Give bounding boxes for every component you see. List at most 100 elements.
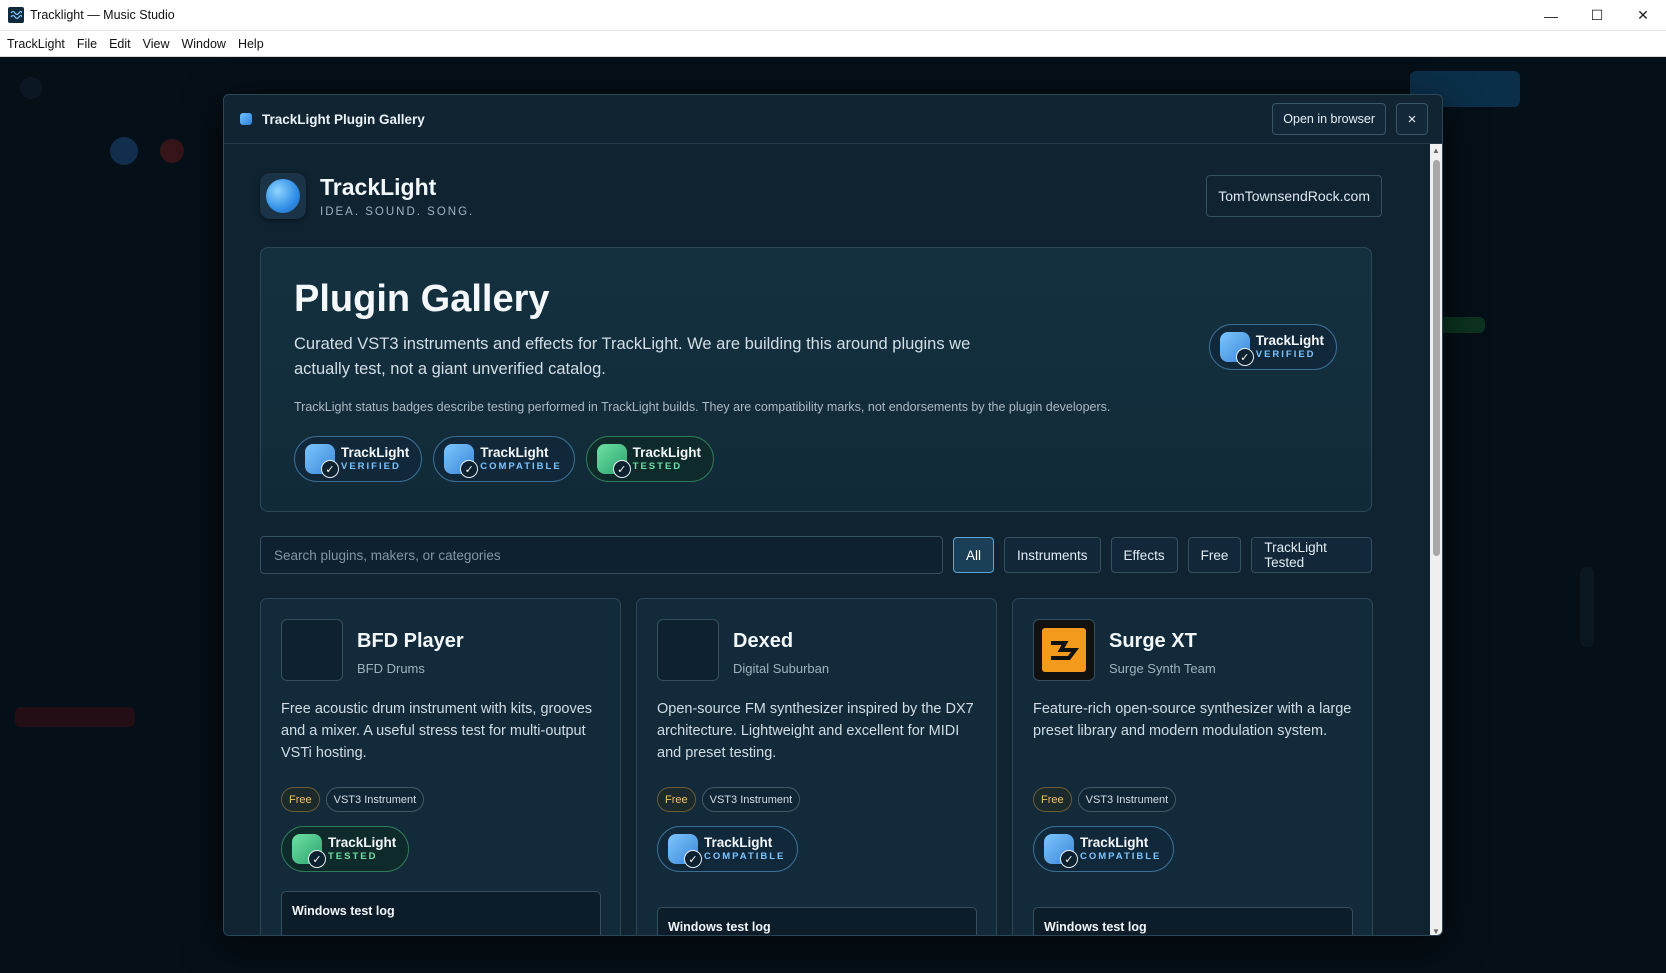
hero-description: Curated VST3 instruments and effects for… [294,335,971,378]
brand-name: TrackLight [320,174,437,200]
search-box[interactable] [260,536,943,574]
test-log-title: Windows test log [668,920,771,934]
site-link[interactable]: TomTownsendRock.com [1206,175,1382,217]
plugin-card-dexed[interactable]: Dexed Digital Suburban Open-source FM sy… [636,598,997,935]
badge-level: TESTED [632,461,683,472]
plugin-description: Open-source FM synthesizer inspired by t… [657,701,974,761]
scroll-thumb[interactable] [1433,160,1440,556]
filter-bar: All Instruments Effects Free TrackLight … [260,536,1372,574]
badge-name: TrackLight [480,445,549,460]
search-input[interactable] [274,547,929,563]
dialog-content[interactable]: TrackLight IDEA. SOUND. SONG. TomTownsen… [224,144,1432,935]
plugin-name: Surge XT [1109,630,1197,652]
badge-app-icon: ✓ [1044,834,1078,868]
tag-free: Free [657,787,696,812]
badge-tested: ✓ TrackLight TESTED [585,436,714,482]
check-icon: ✓ [1235,348,1254,366]
window-titlebar: Tracklight — Music Studio — ☐ ✕ [0,0,1666,31]
menu-view[interactable]: View [143,37,170,51]
menu-help[interactable]: Help [238,37,264,51]
plugin-gallery-dialog: TrackLight Plugin Gallery Open in browse… [223,94,1443,936]
badge-level: COMPATIBLE [704,851,786,862]
badge-level: COMPATIBLE [1080,851,1162,862]
plugin-card-bfd-player[interactable]: BFD Player BFD Drums Free acoustic drum … [260,598,621,935]
badge-name: TrackLight [704,835,773,850]
close-window-button[interactable]: ✕ [1620,0,1666,31]
menu-file[interactable]: File [77,37,97,51]
maximize-button[interactable]: ☐ [1574,0,1620,31]
plugin-name: Dexed [733,630,794,652]
badge-app-icon: ✓ [305,444,339,478]
badge-name: TrackLight [341,445,410,460]
plugin-name: BFD Player [357,630,464,652]
app-wave-icon [8,7,24,23]
dialog-icon [240,113,252,125]
plugin-logo [281,619,343,681]
scroll-down-arrow-icon[interactable]: ▼ [1430,925,1442,936]
filter-all[interactable]: All [953,537,995,573]
test-log-panel[interactable]: Windows test log [657,907,977,935]
test-log-title: Windows test log [292,904,395,918]
badge-name: TrackLight [1080,835,1149,850]
badge-app-icon: ✓ [292,834,326,868]
badge-tested: ✓ TrackLight TESTED [281,826,410,872]
surge-logo-icon [1042,628,1086,672]
badge-app-icon: ✓ [1219,332,1254,366]
badge-level: VERIFIED [1255,349,1316,360]
filter-tracklight-tested[interactable]: TrackLight Tested [1251,537,1372,573]
check-icon: ✓ [612,460,631,478]
tag-type: VST3 Instrument [325,787,425,812]
plugin-description: Feature-rich open-source synthesizer wit… [1033,701,1352,739]
tag-free: Free [281,787,320,812]
tracklight-logo [260,173,306,219]
test-log-title: Windows test log [1044,920,1147,934]
scroll-up-arrow-icon[interactable]: ▲ [1430,144,1442,156]
badge-app-icon: ✓ [444,444,479,478]
filter-free[interactable]: Free [1187,537,1242,573]
badge-app-icon: ✓ [668,834,702,868]
dialog-scrollbar[interactable]: ▲ ▼ [1430,144,1442,936]
menu-edit[interactable]: Edit [109,37,131,51]
tag-type: VST3 Instrument [1077,787,1177,812]
check-icon: ✓ [321,460,339,478]
hero-panel: Plugin Gallery Curated VST3 instruments … [260,247,1372,512]
open-in-browser-button[interactable]: Open in browser [1272,103,1386,135]
tag-free: Free [1033,787,1072,812]
menu-tracklight[interactable]: TrackLight [7,37,65,51]
badge-compatible: ✓ TrackLight COMPATIBLE [433,436,575,482]
check-icon: ✓ [460,460,479,478]
brand-tagline: IDEA. SOUND. SONG. [320,206,475,218]
test-log-panel[interactable]: Windows test log [1033,907,1353,935]
close-dialog-button[interactable]: × [1396,103,1428,135]
badge-level: COMPATIBLE [480,461,562,472]
menu-window[interactable]: Window [181,37,225,51]
plugin-logo [1033,619,1095,681]
badge-disclaimer: TrackLight status badges describe testin… [294,400,1111,414]
badge-level: TESTED [328,851,378,862]
filter-effects[interactable]: Effects [1110,537,1178,573]
test-log-panel[interactable]: Windows test log [281,891,601,935]
plugin-logo [657,619,719,681]
dialog-title: TrackLight Plugin Gallery [262,111,425,127]
plugin-description: Free acoustic drum instrument with kits,… [281,701,593,761]
dialog-header: TrackLight Plugin Gallery Open in browse… [224,95,1442,144]
plugin-card-surge-xt[interactable]: Surge XT Surge Synth Team Feature-rich o… [1012,598,1373,935]
badge-name: TrackLight [1255,333,1324,348]
brand-header: TrackLight IDEA. SOUND. SONG. [260,173,474,219]
featured-verified-badge: ✓ TrackLight VERIFIED [1208,324,1337,370]
check-icon: ✓ [1060,850,1078,868]
badge-name: TrackLight [328,835,397,850]
filter-instruments[interactable]: Instruments [1004,537,1101,573]
tag-type: VST3 Instrument [701,787,801,812]
badge-compatible: ✓ TrackLight COMPATIBLE [1033,826,1175,872]
window-title: Tracklight — Music Studio [30,8,175,22]
check-icon: ✓ [308,850,326,868]
minimize-button[interactable]: — [1528,0,1574,31]
plugin-maker: Digital Suburban [733,661,830,676]
badge-compatible: ✓ TrackLight COMPATIBLE [657,826,799,872]
badge-name: TrackLight [632,445,701,460]
plugin-maker: BFD Drums [357,661,425,676]
menu-bar: TrackLight File Edit View Window Help [0,31,1666,57]
badge-app-icon: ✓ [596,444,631,478]
badge-level: VERIFIED [341,461,401,472]
